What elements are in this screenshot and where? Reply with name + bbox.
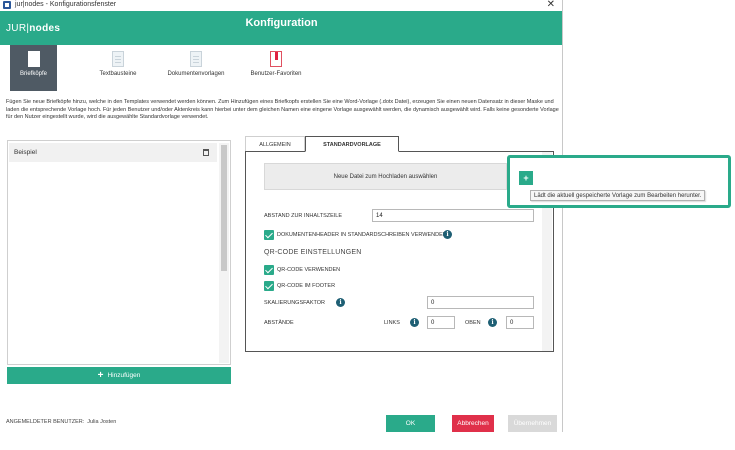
tab-standardvorlage[interactable]: Standardvorlage xyxy=(305,136,399,152)
add-button-label: Hinzufügen xyxy=(107,372,141,379)
list-item[interactable]: Beispiel xyxy=(9,143,217,162)
info-icon[interactable]: i xyxy=(410,318,419,327)
ok-button[interactable]: OK xyxy=(386,415,435,432)
nav-item-textbausteine[interactable]: Textbausteine xyxy=(90,45,146,91)
app-header: JUR|nodes Konfiguration xyxy=(0,11,562,45)
tab-allgemein[interactable]: Allgemein xyxy=(245,136,305,152)
qr-footer-label: QR-Code im Footer xyxy=(277,283,336,289)
document-icon xyxy=(27,51,40,67)
apply-button[interactable]: Übernehmen xyxy=(508,415,557,432)
download-template-button[interactable]: + xyxy=(519,171,533,185)
nav-label: Briefköpfe xyxy=(19,71,47,77)
nav-label: Benutzer-Favoriten xyxy=(250,71,302,77)
logged-in-user: Angemeldeter Benutzer: Julia Josten xyxy=(6,419,116,425)
nav-bar: Briefköpfe Textbausteine Dokumentenvorla… xyxy=(0,45,562,91)
doc-header-checkbox[interactable] xyxy=(264,230,274,240)
footer-bar: Angemeldeter Benutzer: Julia Josten OK Ab… xyxy=(0,413,562,432)
nav-label: Dokumentenvorlagen xyxy=(167,71,225,77)
document-icon xyxy=(190,51,202,67)
abstand-label: Abstand zur Inhaltszeile xyxy=(264,213,343,219)
bookmark-document-icon xyxy=(270,51,282,67)
document-icon xyxy=(112,51,124,67)
nav-item-dokumentenvorlagen[interactable]: Dokumentenvorlagen xyxy=(160,45,232,91)
cancel-button[interactable]: Abbrechen xyxy=(452,415,494,432)
file-upload-button[interactable]: Neue Datei zum Hochladen auswählen xyxy=(264,163,507,190)
user-label: Angemeldeter Benutzer: xyxy=(6,419,85,425)
links-input[interactable]: 0 xyxy=(427,316,455,329)
briefkopf-list: Beispiel xyxy=(7,140,231,365)
links-label: Links xyxy=(384,320,400,326)
oben-input[interactable]: 0 xyxy=(506,316,534,329)
word-icon xyxy=(3,1,11,9)
abstand-input[interactable]: 14 xyxy=(372,209,534,222)
nav-label: Textbausteine xyxy=(99,71,137,77)
plus-icon: + xyxy=(97,370,104,381)
title-bar: jur|nodes - Konfigurationsfenster ✕ xyxy=(0,0,562,11)
scrollbar-thumb[interactable] xyxy=(221,145,227,271)
qr-use-label: QR-Code verwenden xyxy=(277,267,341,273)
list-item-label: Beispiel xyxy=(14,149,37,156)
close-icon[interactable]: ✕ xyxy=(547,0,555,10)
oben-label: Oben xyxy=(465,320,481,326)
list-scrollbar[interactable] xyxy=(219,143,229,363)
page: jur|nodes - Konfigurationsfenster ✕ JUR|… xyxy=(0,0,735,450)
download-tooltip: Lädt die aktuell gespeicherte Vorlage zu… xyxy=(530,190,706,201)
description-text: Fügen Sie neue Briefköpfe hinzu, welche … xyxy=(6,99,559,120)
nav-item-benutzer-favoriten[interactable]: Benutzer-Favoriten xyxy=(244,45,308,91)
abstaende-label: Abstände xyxy=(264,320,294,326)
window-title: jur|nodes - Konfigurationsfenster xyxy=(15,1,117,8)
scale-input[interactable]: 0 xyxy=(427,296,534,309)
qr-use-checkbox[interactable] xyxy=(264,265,274,275)
scale-label: Skalierungsfaktor xyxy=(264,300,326,306)
info-icon[interactable]: i xyxy=(488,318,497,327)
add-button[interactable]: + Hinzufügen xyxy=(7,367,231,384)
doc-header-label: Dokumentenheader in Standardschreiben ve… xyxy=(277,232,447,238)
user-name: Julia Josten xyxy=(87,419,117,425)
qr-footer-checkbox[interactable] xyxy=(264,281,274,291)
nav-item-briefkoepfe[interactable]: Briefköpfe xyxy=(10,45,57,91)
trash-icon[interactable] xyxy=(203,149,209,156)
info-icon[interactable]: i xyxy=(443,230,452,239)
page-title: Konfiguration xyxy=(245,17,318,29)
download-callout: + Lädt die aktuell gespeicherte Vorlage … xyxy=(507,155,731,208)
qr-section-title: QR-Code Einstellungen xyxy=(264,249,362,256)
config-window: jur|nodes - Konfigurationsfenster ✕ JUR|… xyxy=(0,0,563,432)
info-icon[interactable]: i xyxy=(336,298,345,307)
